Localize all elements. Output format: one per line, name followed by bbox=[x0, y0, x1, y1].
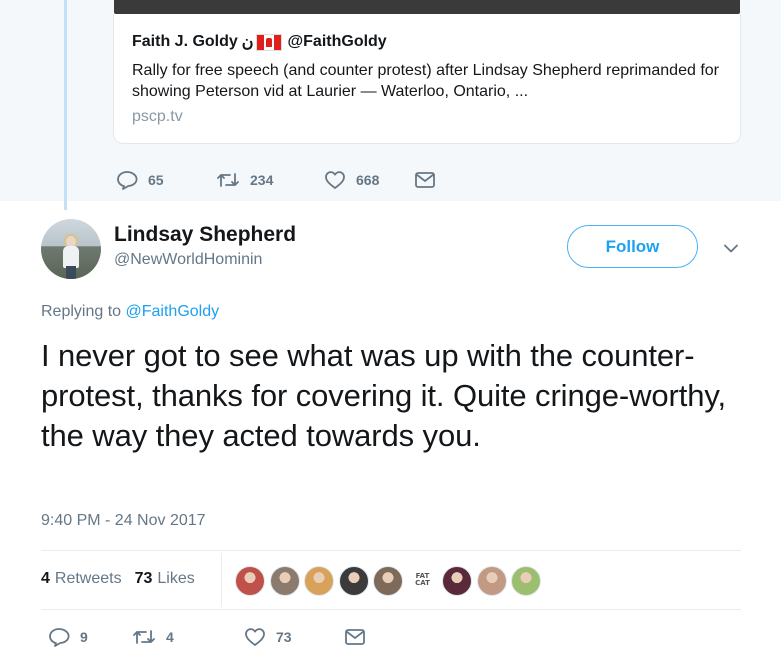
retweet-icon bbox=[133, 630, 155, 644]
reply-count: 9 bbox=[80, 629, 88, 645]
replying-to-handle[interactable]: @FaithGoldy bbox=[126, 303, 220, 320]
retweets-stat[interactable]: 4 Retweets bbox=[41, 570, 122, 588]
thread-line bbox=[64, 0, 67, 210]
divider-top bbox=[41, 550, 741, 551]
divider-bottom bbox=[41, 609, 741, 610]
card-description: Rally for free speech (and counter prote… bbox=[132, 62, 719, 100]
replying-to: Replying to @FaithGoldy bbox=[41, 303, 219, 321]
retweet-button[interactable]: 4 bbox=[132, 627, 244, 647]
reply-icon bbox=[117, 171, 138, 190]
liker-1-avatar[interactable] bbox=[235, 566, 265, 596]
tweet-action-bar: 9 4 73 bbox=[48, 626, 366, 648]
parent-tweet: Faith J. Goldy ن @FaithGoldy Rally for f… bbox=[0, 0, 781, 210]
retweet-button[interactable]: 234 bbox=[216, 170, 324, 190]
liker-2-avatar[interactable] bbox=[269, 566, 300, 596]
likes-stat-label: Likes bbox=[157, 570, 195, 587]
retweet-count: 234 bbox=[250, 172, 274, 188]
link-card[interactable]: Faith J. Goldy ن @FaithGoldy Rally for f… bbox=[113, 14, 741, 144]
card-author-name: Faith J. Goldy bbox=[132, 33, 238, 50]
liker-7-avatar[interactable] bbox=[442, 566, 472, 596]
direct-message-button[interactable] bbox=[344, 628, 366, 646]
like-count: 668 bbox=[356, 172, 380, 188]
reply-button[interactable]: 9 bbox=[48, 627, 132, 647]
replying-to-prefix: Replying to bbox=[41, 303, 122, 320]
like-icon bbox=[245, 628, 265, 646]
card-domain: pscp.tv bbox=[132, 108, 183, 125]
reply-button[interactable]: 65 bbox=[116, 170, 216, 190]
author-handle[interactable]: @NewWorldHominin bbox=[114, 251, 262, 269]
liker-avatars: FAT CAT bbox=[235, 566, 546, 596]
reply-count: 65 bbox=[148, 172, 164, 188]
card-author-handle: @FaithGoldy bbox=[287, 33, 387, 50]
direct-message-icon bbox=[345, 629, 365, 645]
retweets-stat-count: 4 bbox=[41, 570, 50, 587]
liker-5-avatar[interactable] bbox=[373, 566, 403, 596]
more-options-button[interactable] bbox=[721, 238, 741, 258]
tweet-timestamp[interactable]: 9:40 PM - 24 Nov 2017 bbox=[41, 512, 206, 530]
like-button[interactable]: 73 bbox=[244, 627, 344, 647]
tweet-stats: 4 Retweets 73 Likes bbox=[41, 570, 208, 588]
author-name[interactable]: Lindsay Shepherd bbox=[114, 223, 296, 247]
like-button[interactable]: 668 bbox=[324, 170, 414, 190]
direct-message-button[interactable] bbox=[414, 171, 436, 189]
likes-stat-count: 73 bbox=[134, 570, 153, 587]
retweet-count: 4 bbox=[166, 629, 174, 645]
liker-3-avatar[interactable] bbox=[304, 566, 334, 596]
liker-9-avatar[interactable] bbox=[511, 566, 541, 596]
liker-8-avatar[interactable] bbox=[476, 566, 507, 596]
reply-icon bbox=[49, 628, 70, 647]
canada-flag-icon bbox=[255, 33, 282, 51]
chevron-down-icon bbox=[724, 244, 738, 252]
retweet-icon bbox=[217, 173, 239, 187]
like-icon bbox=[325, 171, 345, 189]
like-count: 73 bbox=[276, 629, 292, 645]
liker-4-avatar[interactable] bbox=[338, 566, 369, 596]
parent-action-bar: 65 234 668 bbox=[116, 168, 436, 192]
liker-6-avatar[interactable]: FAT CAT bbox=[407, 566, 438, 596]
author-avatar[interactable] bbox=[41, 219, 101, 279]
likes-stat[interactable]: 73 Likes bbox=[135, 570, 195, 588]
card-author-glyph: ن bbox=[241, 34, 254, 51]
stats-separator bbox=[221, 553, 222, 607]
tweet-text: I never got to see what was up with the … bbox=[41, 338, 727, 453]
media-preview[interactable] bbox=[114, 0, 740, 14]
card-author: Faith J. Goldy ن @FaithGoldy bbox=[132, 32, 387, 52]
follow-button[interactable]: Follow bbox=[567, 225, 698, 268]
direct-message-icon bbox=[415, 172, 435, 188]
retweets-stat-label: Retweets bbox=[54, 570, 122, 587]
